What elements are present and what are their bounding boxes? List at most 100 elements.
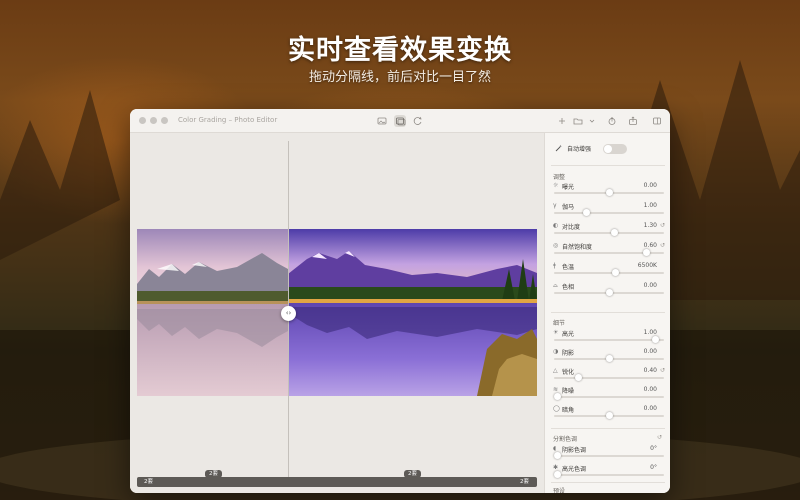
reset-icon[interactable]: ↺ <box>660 222 665 229</box>
slider-value: 0° <box>650 445 657 452</box>
slider-track[interactable] <box>554 272 664 274</box>
slider-value: 0.00 <box>643 348 657 355</box>
slider-row: ◖ 阴影色调 0° <box>553 445 665 463</box>
slider-row: ☀ 高光 1.00 <box>553 329 665 347</box>
slider-row: ◑ 阴影 0.00 <box>553 348 665 366</box>
chevron-down-icon[interactable] <box>586 115 598 127</box>
noise-icon: ≋ <box>553 386 559 393</box>
slider-value: 1.30 <box>643 222 657 229</box>
slider-row: △ 锐化 0.40 ↺ <box>553 367 665 385</box>
sidebar-icon[interactable] <box>651 115 663 127</box>
slider-thumb[interactable] <box>605 289 613 296</box>
slider-value: 0.00 <box>643 386 657 393</box>
slider-row: ◎ 自然饱和度 0.60 ↺ <box>553 242 665 260</box>
slider-label: 色温 <box>562 264 575 271</box>
slider-label: 色相 <box>562 284 575 291</box>
slider-label: 高光 <box>562 331 575 338</box>
slider-track[interactable] <box>554 339 664 341</box>
section-title-detail: 细节 <box>553 320 566 327</box>
slider-value: 0° <box>650 464 657 471</box>
slider-thumb[interactable] <box>611 269 619 276</box>
slider-value: 0.00 <box>643 405 657 412</box>
plus-icon[interactable] <box>556 115 568 127</box>
compare-icon[interactable] <box>394 115 406 127</box>
close-window-button[interactable] <box>139 117 146 124</box>
slider-row: ⌓ 色相 0.00 <box>553 282 665 300</box>
slider-label: 高光色调 <box>562 466 587 473</box>
exposure-icon: ☼ <box>553 182 559 189</box>
shadow-tone-icon: ◖ <box>553 445 557 452</box>
slider-thumb[interactable] <box>582 209 590 216</box>
reset-icon[interactable]: ↺ <box>660 242 665 249</box>
slider-value: 0.40 <box>643 367 657 374</box>
tint-icon: ⌓ <box>553 282 558 289</box>
minimize-window-button[interactable] <box>150 117 157 124</box>
slider-thumb[interactable] <box>574 374 582 381</box>
zoom-badge-mid[interactable]: 2套 <box>404 470 421 478</box>
vignette-icon: ◯ <box>553 405 560 412</box>
image-canvas[interactable]: ‹› 2套 2套 2套 2套 <box>130 133 544 493</box>
folder-icon[interactable] <box>572 115 584 127</box>
slider-thumb[interactable] <box>642 249 650 256</box>
hero-subtitle: 拖动分隔线，前后对比一目了然 <box>308 70 491 85</box>
slider-thumb[interactable] <box>554 471 561 478</box>
slider-thumb[interactable] <box>554 393 561 400</box>
divider <box>551 165 665 166</box>
rotate-icon[interactable] <box>412 115 424 127</box>
sharpen-icon: △ <box>553 367 558 374</box>
magic-wand-icon <box>555 144 562 152</box>
app-window: Color Grading – Photo Editor ‹› 2套 2套 2套… <box>130 109 670 493</box>
divider-handle[interactable]: ‹› <box>281 306 296 321</box>
slider-thumb[interactable] <box>605 355 613 362</box>
auto-enhance-toggle[interactable] <box>603 144 627 154</box>
adjustment-panel: 自动增强 调整 ☼ 曝光 0.00 γ 伽马 1.00 ◐ 对比度 1.30 ↺ ◎ 自然饱和度 0.6… <box>544 133 670 493</box>
slider-thumb[interactable] <box>610 229 618 236</box>
slider-thumb[interactable] <box>605 412 613 419</box>
slider-label: 自然饱和度 <box>562 244 593 251</box>
slider-label: 曝光 <box>562 184 575 191</box>
contrast-icon: ◐ <box>553 222 559 229</box>
slider-label: 暗角 <box>562 407 575 414</box>
slider-label: 伽马 <box>562 204 575 211</box>
highlights-icon: ☀ <box>553 329 559 336</box>
zoom-window-button[interactable] <box>161 117 168 124</box>
export-icon[interactable] <box>606 115 618 127</box>
slider-track[interactable] <box>554 455 664 457</box>
slider-thumb[interactable] <box>651 336 659 343</box>
slider-value: 0.60 <box>643 242 657 249</box>
slider-thumb[interactable] <box>554 452 561 459</box>
slider-value: 1.00 <box>643 329 657 336</box>
auto-enhance-label: 自动增强 <box>567 146 592 153</box>
window-title: Color Grading – Photo Editor <box>178 116 278 124</box>
share-icon[interactable] <box>627 115 639 127</box>
slider-thumb[interactable] <box>605 189 613 196</box>
divider <box>551 482 665 483</box>
section-title-split-tone: 分割色调 <box>553 436 578 443</box>
slider-track[interactable] <box>554 212 664 214</box>
slider-row: ǂ 色温 6500K <box>553 262 665 280</box>
zoom-badge-left[interactable]: 2套 <box>205 470 222 478</box>
slider-track[interactable] <box>554 396 664 398</box>
bottom-right-label: 2套 <box>520 479 529 485</box>
image-icon[interactable] <box>376 115 388 127</box>
slider-value: 1.00 <box>643 202 657 209</box>
section-title-preset: 预设 <box>553 488 566 493</box>
canvas-bottom-bar <box>137 477 537 487</box>
slider-label: 锐化 <box>562 369 575 376</box>
slider-value: 6500K <box>637 262 657 269</box>
reset-icon[interactable]: ↺ <box>660 367 665 374</box>
slider-value: 0.00 <box>643 182 657 189</box>
divider <box>551 312 665 313</box>
slider-track[interactable] <box>554 232 664 234</box>
slider-label: 阴影 <box>562 350 575 357</box>
shadows-icon: ◑ <box>553 348 559 355</box>
title-bar: Color Grading – Photo Editor <box>130 109 670 133</box>
slider-row: γ 伽马 1.00 <box>553 202 665 220</box>
thermometer-icon: ǂ <box>553 262 556 269</box>
slider-row: ◯ 暗角 0.00 <box>553 405 665 423</box>
slider-label: 降噪 <box>562 388 575 395</box>
slider-track[interactable] <box>554 474 664 476</box>
slider-row: ✱ 高光色调 0° <box>553 464 665 482</box>
split-tone-reset-icon[interactable]: ↺ <box>657 434 662 441</box>
slider-track[interactable] <box>554 377 664 379</box>
